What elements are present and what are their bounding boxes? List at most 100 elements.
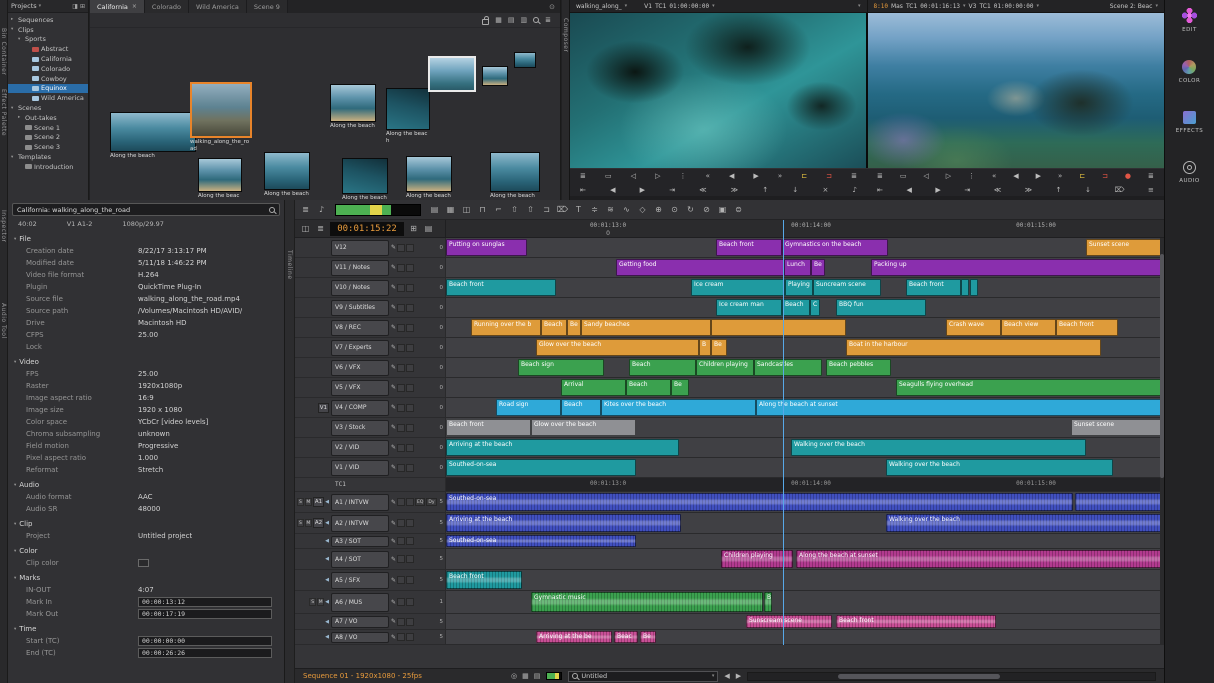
track-selector-a8-vo[interactable]: A8 / VO bbox=[331, 632, 389, 643]
timeline-clip-arriving-at-the-beach[interactable]: Arriving at the beach bbox=[446, 514, 681, 532]
timeline-clip-glow-over-the-beach[interactable]: Glow over the beach bbox=[531, 419, 636, 436]
tree-item-templates[interactable]: ▾Templates bbox=[8, 152, 88, 162]
section-header-video[interactable]: ▾Video bbox=[8, 353, 284, 368]
tree-item-scenes[interactable]: ▾Scenes bbox=[8, 103, 88, 113]
track-control-button[interactable] bbox=[406, 364, 414, 372]
track-lane-v1-vid[interactable]: Southed-on-seaWalking over the beach bbox=[445, 458, 1164, 477]
next-event-button[interactable]: ▷ bbox=[946, 172, 951, 180]
tree-item-scene-2[interactable]: Scene 2 bbox=[8, 133, 88, 143]
track-lane-v7-experts[interactable]: Glow over the beachBBeBoat in the harbou… bbox=[445, 338, 1164, 357]
track-monitor-button[interactable] bbox=[397, 284, 405, 292]
timeline-clip-along-the-beach-at-sunset[interactable]: Along the beach at sunset bbox=[796, 550, 1164, 568]
disclosure-icon[interactable]: ▾ bbox=[11, 155, 16, 160]
timeline-clip-sandy-beaches[interactable]: Sandy beaches bbox=[581, 319, 711, 336]
track-control-button[interactable] bbox=[406, 264, 414, 272]
track-selector-v7-experts[interactable]: V7 / Experts bbox=[331, 340, 389, 356]
play-button[interactable]: ▶ bbox=[1036, 172, 1041, 180]
tree-item-introduction[interactable]: Introduction bbox=[8, 162, 88, 172]
timeline-clip-beach-front[interactable]: Beach front bbox=[716, 239, 782, 256]
track-lane-v12[interactable]: Putting on sunglasBeach frontGymnastics … bbox=[445, 238, 1164, 257]
timeline-clip-c[interactable]: C bbox=[810, 299, 820, 316]
add-edit-icon[interactable]: ⊕ bbox=[652, 205, 665, 214]
scrollbar-thumb[interactable] bbox=[838, 674, 1001, 679]
pencil-icon[interactable]: ✎ bbox=[391, 634, 396, 641]
timeline-clip-sandcastles[interactable]: Sandcastles bbox=[754, 359, 822, 376]
go-to-end-button[interactable]: ⇥ bbox=[669, 186, 675, 194]
bin-clip[interactable] bbox=[428, 56, 476, 92]
toggle-panel-icon[interactable]: ◨ bbox=[72, 3, 78, 10]
monitor-menu-icon[interactable]: ≣ bbox=[580, 172, 586, 180]
record-tc-type[interactable]: TC1 bbox=[906, 3, 917, 10]
bin-tab-wild-america[interactable]: Wild America bbox=[189, 0, 247, 13]
timeline-clip-putting-on-sunglas[interactable]: Putting on sunglas bbox=[446, 239, 527, 256]
record-button[interactable]: ● bbox=[1125, 172, 1131, 180]
track-selector-a5-sfx[interactable]: A5 / SFX bbox=[331, 572, 389, 589]
script-view-icon[interactable]: ▥ bbox=[521, 16, 528, 24]
previous-frame-button[interactable]: ◀ bbox=[610, 186, 615, 194]
pencil-icon[interactable]: ✎ bbox=[391, 284, 396, 291]
track-lane-v5-vfx[interactable]: ArrivalBeachBeSeagulls flying overhead bbox=[445, 378, 1164, 397]
timeline-clip-glow-over-the-beach[interactable]: Glow over the beach bbox=[536, 339, 699, 356]
track-lane-a4-sot[interactable]: Children playingAlong the beach at sunse… bbox=[445, 549, 1164, 569]
track-monitor-button[interactable] bbox=[397, 618, 405, 626]
previous-event-button[interactable]: ◁ bbox=[923, 172, 928, 180]
waveform-icon[interactable]: ≋ bbox=[604, 205, 617, 214]
new-bin-icon[interactable]: ⊞ bbox=[80, 3, 85, 10]
track-lane-tc1[interactable]: 00:01:13:000:01:14:0000:01:15:00 bbox=[445, 478, 1164, 491]
composer-tab[interactable]: Composer bbox=[562, 18, 569, 52]
bin-tab-scene-9[interactable]: Scene 9 bbox=[247, 0, 288, 13]
timeline-clip-beach-front[interactable]: Beach front bbox=[1056, 319, 1118, 336]
timeline-clip-southed-on-sea[interactable]: Southed-on-sea bbox=[446, 493, 1073, 511]
timeline-clip-boat-in-the-harbour[interactable]: Boat in the harbour bbox=[846, 339, 1101, 356]
track-monitor-button[interactable] bbox=[397, 576, 405, 584]
bin-clip[interactable]: Along the beach bbox=[110, 112, 196, 160]
record-tc2-type[interactable]: TC1 bbox=[979, 3, 990, 10]
track-selector-v12[interactable]: V12 bbox=[331, 240, 389, 256]
fast-menu-icon[interactable]: ≣ bbox=[851, 172, 857, 180]
disclosure-icon[interactable]: ▾ bbox=[11, 27, 16, 32]
timeline-clip[interactable] bbox=[1075, 493, 1164, 511]
sidebar-item-edit[interactable]: EDIT bbox=[1182, 8, 1197, 33]
track-selector-v10-notes[interactable]: V10 / Notes bbox=[331, 280, 389, 296]
pencil-icon[interactable]: ✎ bbox=[391, 324, 396, 331]
bin-clip[interactable]: Along the beach bbox=[330, 84, 376, 130]
clear-marks-button[interactable]: ↓ bbox=[1085, 186, 1091, 194]
timeline-ruler[interactable]: 00:01:13:000:01:14:0000:01:15:000 bbox=[445, 220, 1164, 237]
bin-clip[interactable]: Along the beach bbox=[198, 158, 242, 200]
timeline-horizontal-scrollbar[interactable] bbox=[747, 672, 1156, 681]
track-control-button[interactable] bbox=[406, 598, 414, 606]
trim-mode-icon[interactable]: ⌐ bbox=[492, 205, 505, 214]
bin-clip[interactable]: Along the beach bbox=[264, 152, 310, 198]
timeline-clip-southed-on-sea[interactable]: Southed-on-sea bbox=[446, 535, 636, 547]
text-tool-icon[interactable]: T bbox=[572, 205, 585, 214]
go-to-mark-out-button[interactable]: ≫ bbox=[731, 186, 738, 194]
track-lane-a3-sot[interactable]: Southed-on-sea bbox=[445, 534, 1164, 548]
track-selector-a4-sot[interactable]: A4 / SOT bbox=[331, 551, 389, 568]
timeline-clip-beach-front[interactable]: Beach front bbox=[446, 571, 522, 589]
go-to-mark-in-button[interactable]: ≪ bbox=[699, 186, 706, 194]
timeline-clip-walking-over-the-beach[interactable]: Walking over the beach bbox=[886, 514, 1164, 532]
rewind-button[interactable]: « bbox=[706, 172, 710, 180]
pencil-icon[interactable]: ✎ bbox=[391, 556, 396, 563]
track-control-button[interactable] bbox=[406, 284, 414, 292]
segment-overwrite-icon[interactable]: ⊓ bbox=[476, 205, 489, 214]
frame-view-icon[interactable]: ▦ bbox=[495, 16, 502, 24]
collapse-icon[interactable]: ⊜ bbox=[732, 205, 745, 214]
track-lane-v3-stock[interactable]: Beach frontGlow over the beachSunset sce… bbox=[445, 418, 1164, 437]
track-monitor-button[interactable] bbox=[397, 424, 405, 432]
source-timecode[interactable]: 01:00:00:00 bbox=[669, 3, 709, 10]
record-timecode[interactable]: 00:01:16:13 bbox=[920, 3, 960, 10]
bin-tab-colorado[interactable]: Colorado bbox=[145, 0, 189, 13]
inspector-input-mark-in[interactable]: 00:00:13:12 bbox=[138, 597, 272, 607]
extract-button[interactable]: ⌦ bbox=[1115, 186, 1125, 194]
master-track-label[interactable]: Mas bbox=[891, 3, 903, 10]
track-monitor-button[interactable] bbox=[397, 498, 405, 506]
timeline-clip-suncream-scene[interactable]: Suncream scene bbox=[813, 279, 881, 296]
toggle-source-record-icon[interactable]: ◎ bbox=[511, 672, 517, 680]
timeline-clip[interactable] bbox=[970, 279, 978, 296]
timeline-clip[interactable] bbox=[711, 319, 846, 336]
source-track-button-a1[interactable]: A1 bbox=[313, 497, 324, 507]
step-backward-button[interactable]: ◀ bbox=[729, 172, 734, 180]
remove-button[interactable]: × bbox=[822, 186, 828, 194]
section-header-color[interactable]: ▾Color bbox=[8, 542, 284, 557]
